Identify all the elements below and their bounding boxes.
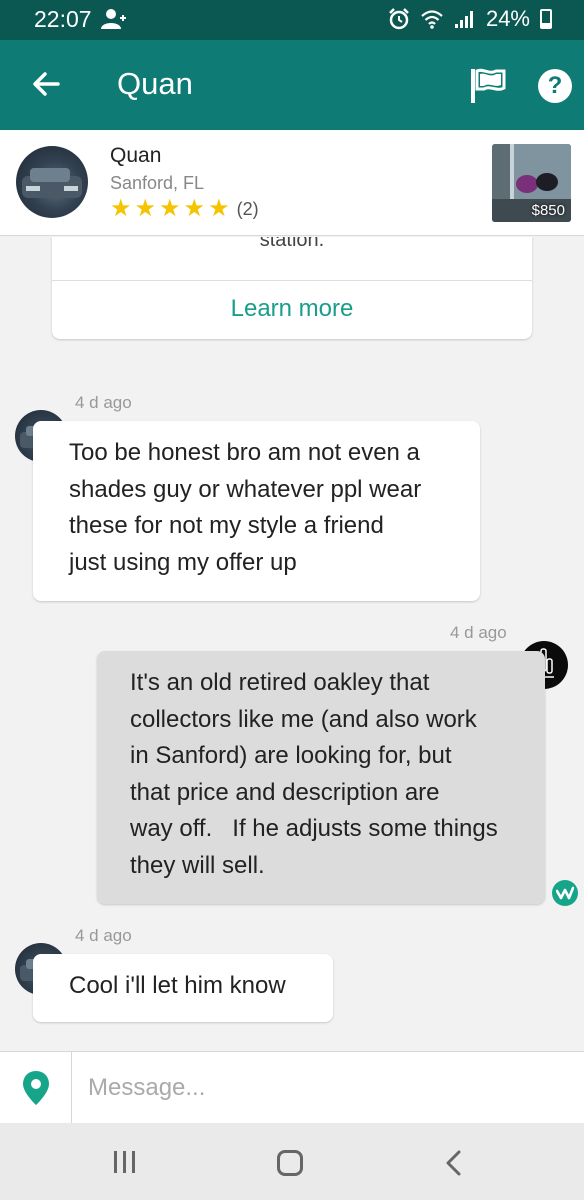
message-line: that price and description are (130, 778, 440, 806)
message-line: Cool i'll let him know (69, 972, 286, 999)
message-line: It's an old retired oakley that (130, 669, 430, 696)
page-title: Quan (117, 66, 193, 101)
location-pin-icon[interactable] (22, 1070, 50, 1106)
message-line: Too be honest bro am not even a (69, 439, 420, 466)
star-icon: ★ (134, 195, 157, 222)
help-icon: ? (547, 72, 563, 99)
read-receipt-icon (552, 880, 578, 906)
seller-location: Sanford, FL (110, 173, 205, 193)
message-line: just using my offer up (69, 548, 297, 576)
message-timestamp: 4 d ago (75, 393, 132, 412)
seller-avatar[interactable] (16, 146, 88, 218)
seller-rating: ★ ★ ★ ★ ★ (2) (110, 197, 259, 221)
battery-percent: 24% (485, 6, 530, 31)
message-bubble-incoming[interactable]: Too be honest bro am not even a shades g… (33, 421, 480, 601)
message-bubble-outgoing[interactable]: It's an old retired oakley that collecto… (97, 651, 545, 904)
divider (52, 280, 532, 281)
message-timestamp: 4 d ago (450, 623, 507, 642)
item-thumbnail[interactable]: $850 (492, 144, 571, 222)
wifi-icon (421, 10, 443, 29)
chat-thread[interactable]: station. Learn more 4 d ago Too be hones… (0, 237, 584, 1051)
star-icon: ★ (159, 195, 181, 222)
message-line: these for not my style a friend (69, 512, 384, 539)
divider (71, 1052, 72, 1124)
home-icon[interactable] (277, 1150, 303, 1176)
person-add-icon (101, 9, 126, 29)
battery-icon (540, 9, 552, 29)
star-icon: ★ (208, 195, 230, 222)
signal-icon (454, 11, 473, 28)
status-bar: 22:07 24% (0, 0, 584, 40)
alarm-icon (389, 8, 409, 30)
star-icon: ★ (110, 195, 132, 222)
rating-count: (2) (236, 198, 259, 219)
message-line: they will sell. (130, 851, 265, 879)
system-nav-bar (0, 1123, 584, 1200)
seller-name: Quan (110, 144, 162, 167)
back-arrow-icon[interactable] (28, 66, 64, 102)
message-line: collectors like me (and also work (130, 705, 477, 733)
item-price: $850 (531, 202, 565, 219)
car-photo (22, 168, 82, 198)
status-time: 22:07 (34, 6, 92, 32)
help-button[interactable]: ? (538, 69, 572, 103)
message-bubble-incoming[interactable]: Cool i'll let him know (33, 954, 333, 1022)
message-line: way off. If he adjusts some things (130, 815, 498, 842)
message-line: in Sanford) are looking for, but (130, 742, 452, 769)
message-composer (0, 1051, 584, 1124)
learn-more-link[interactable]: Learn more (52, 295, 532, 323)
report-flag-icon[interactable] (468, 66, 508, 106)
message-line: shades guy or whatever ppl wear (69, 475, 422, 503)
recent-apps-icon[interactable] (114, 1151, 135, 1173)
message-input[interactable] (86, 1068, 566, 1108)
promo-card: station. Learn more (52, 237, 532, 339)
nav-back-icon[interactable] (442, 1149, 466, 1177)
promo-text: station. (259, 237, 325, 251)
message-timestamp: 4 d ago (75, 926, 132, 945)
app-bar: Quan ? (0, 40, 584, 130)
seller-card[interactable]: Quan Sanford, FL ★ ★ ★ ★ ★ (2) $850 (0, 130, 584, 236)
star-icon: ★ (183, 195, 206, 222)
